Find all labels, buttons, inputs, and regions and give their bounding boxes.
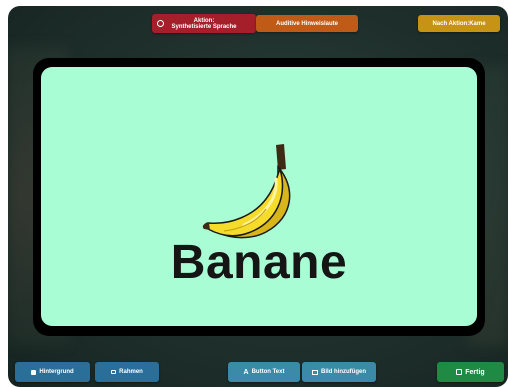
speech-icon xyxy=(157,20,164,27)
done-label: Fertig xyxy=(465,368,485,376)
add-image-button[interactable]: Bild hinzufügen xyxy=(302,362,376,382)
audio-cues-button[interactable]: Auditive Hinweislaute xyxy=(256,15,358,32)
action-value: Synthetisierte Sprache xyxy=(171,23,237,30)
background-button[interactable]: Hintergrund xyxy=(15,362,90,382)
after-action-label: Nach Aktion:Kame xyxy=(432,20,486,27)
add-image-label: Bild hinzufügen xyxy=(321,369,366,375)
background-icon xyxy=(31,369,37,375)
done-button[interactable]: Fertig xyxy=(437,362,504,382)
card[interactable]: Banane xyxy=(41,67,477,326)
audio-cues-label: Auditive Hinweislaute xyxy=(275,20,338,27)
banana-image xyxy=(202,144,291,239)
card-word: Banane xyxy=(170,236,348,289)
background-label: Hintergrund xyxy=(39,369,74,375)
action-speech-button[interactable]: Aktion: Synthetisierte Sprache xyxy=(152,14,256,33)
button-text-label: Button Text xyxy=(251,369,285,375)
frame-button[interactable]: Rahmen xyxy=(95,362,159,382)
frame-label: Rahmen xyxy=(119,369,143,375)
button-text-button[interactable]: A Button Text xyxy=(228,362,300,382)
frame-icon xyxy=(111,370,117,374)
save-icon xyxy=(456,369,463,375)
text-icon: A xyxy=(243,368,249,376)
after-action-button[interactable]: Nach Aktion:Kame xyxy=(418,15,500,32)
image-icon xyxy=(312,369,318,375)
